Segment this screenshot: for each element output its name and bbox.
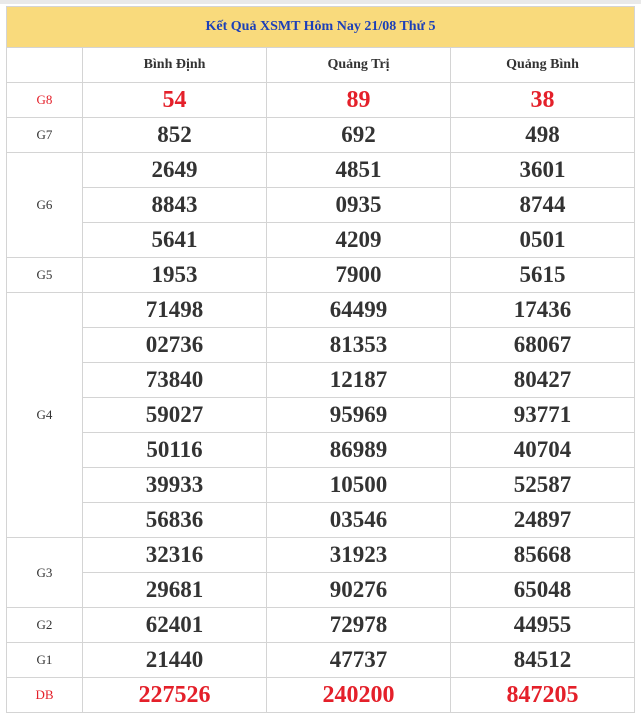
result-number: 12187 (266, 362, 451, 398)
result-number: 227526 (82, 677, 267, 713)
prize-row: G6 2649 4851 3601 (6, 152, 635, 258)
prize-row: 39933 10500 52587 (7, 467, 635, 503)
header-blank-cell (6, 47, 83, 83)
prize-row: 73840 12187 80427 (7, 362, 635, 398)
province-header: Quảng Bình (450, 47, 635, 83)
prize-row: G8 54 89 38 (6, 82, 635, 118)
result-number: 93771 (450, 397, 635, 433)
result-number: 847205 (450, 677, 635, 713)
result-number: 62401 (82, 607, 267, 643)
result-number: 86989 (266, 432, 451, 468)
lottery-results-table: Kết Quả XSMT Hôm Nay 21/08 Thứ 5 Bình Đị… (6, 6, 635, 713)
result-number: 7900 (266, 257, 451, 293)
result-number: 32316 (82, 537, 267, 573)
result-number: 10500 (266, 467, 451, 503)
result-number: 64499 (266, 292, 451, 328)
result-number: 692 (266, 117, 451, 153)
result-number: 65048 (450, 572, 635, 608)
result-number: 54 (82, 82, 267, 118)
prize-row: G4 71498 64499 17436 (6, 292, 635, 538)
prize-row: DB 227526 240200 847205 (6, 677, 635, 713)
result-number: 21440 (82, 642, 267, 678)
result-number: 0501 (450, 222, 635, 258)
result-number: 50116 (82, 432, 267, 468)
results-body: G8 54 89 38 G7 852 692 498 G6 2649 4851 3601 8843 093… (6, 82, 635, 713)
prize-row: 50116 86989 40704 (7, 432, 635, 468)
prize-row: 59027 95969 93771 (7, 397, 635, 433)
result-number: 44955 (450, 607, 635, 643)
result-number: 17436 (450, 292, 635, 328)
result-number: 90276 (266, 572, 451, 608)
result-number: 89 (266, 82, 451, 118)
result-number: 02736 (82, 327, 267, 363)
prize-row: 56836 03546 24897 (7, 502, 635, 538)
prize-row: G5 1953 7900 5615 (6, 257, 635, 293)
result-number: 59027 (82, 397, 267, 433)
prize-row: G3 32316 31923 85668 (6, 537, 635, 608)
result-number: 80427 (450, 362, 635, 398)
results-title: Kết Quả XSMT Hôm Nay 21/08 Thứ 5 (6, 6, 635, 48)
result-number: 68067 (450, 327, 635, 363)
prize-row: G7 852 692 498 (6, 117, 635, 153)
result-number: 39933 (82, 467, 267, 503)
prize-row: 02736 81353 68067 (7, 327, 635, 363)
result-number: 5641 (82, 222, 267, 258)
province-header-row: Bình Định Quảng Trị Quảng Bình (6, 47, 635, 83)
province-header: Bình Định (82, 47, 267, 83)
prize-label: G7 (6, 117, 83, 153)
prize-row: 8843 0935 8744 (7, 187, 635, 223)
result-number: 5615 (450, 257, 635, 293)
result-number: 3601 (450, 152, 635, 188)
result-number: 95969 (266, 397, 451, 433)
result-number: 71498 (82, 292, 267, 328)
prize-label: G5 (6, 257, 83, 293)
result-number: 498 (450, 117, 635, 153)
result-number: 52587 (450, 467, 635, 503)
result-number: 4851 (266, 152, 451, 188)
prize-label: G4 (6, 292, 83, 538)
result-number: 84512 (450, 642, 635, 678)
result-number: 1953 (82, 257, 267, 293)
prize-label: DB (6, 677, 83, 713)
result-number: 85668 (450, 537, 635, 573)
result-number: 31923 (266, 537, 451, 573)
province-header: Quảng Trị (266, 47, 451, 83)
prize-row: G2 62401 72978 44955 (6, 607, 635, 643)
result-number: 38 (450, 82, 635, 118)
prize-row: 29681 90276 65048 (7, 572, 635, 608)
result-number: 852 (82, 117, 267, 153)
result-number: 0935 (266, 187, 451, 223)
result-number: 73840 (82, 362, 267, 398)
prize-label: G1 (6, 642, 83, 678)
result-number: 40704 (450, 432, 635, 468)
prize-row: 5641 4209 0501 (7, 222, 635, 258)
result-number: 81353 (266, 327, 451, 363)
result-number: 8744 (450, 187, 635, 223)
result-number: 72978 (266, 607, 451, 643)
result-number: 2649 (82, 152, 267, 188)
prize-label: G8 (6, 82, 83, 118)
result-number: 240200 (266, 677, 451, 713)
prize-row: G1 21440 47737 84512 (6, 642, 635, 678)
result-number: 8843 (82, 187, 267, 223)
result-number: 03546 (266, 502, 451, 538)
result-number: 56836 (82, 502, 267, 538)
prize-label: G6 (6, 152, 83, 258)
result-number: 29681 (82, 572, 267, 608)
prize-label: G3 (6, 537, 83, 608)
result-number: 4209 (266, 222, 451, 258)
result-number: 47737 (266, 642, 451, 678)
top-divider (0, 0, 641, 4)
result-number: 24897 (450, 502, 635, 538)
prize-label: G2 (6, 607, 83, 643)
page: Kết Quả XSMT Hôm Nay 21/08 Thứ 5 Bình Đị… (0, 0, 641, 719)
